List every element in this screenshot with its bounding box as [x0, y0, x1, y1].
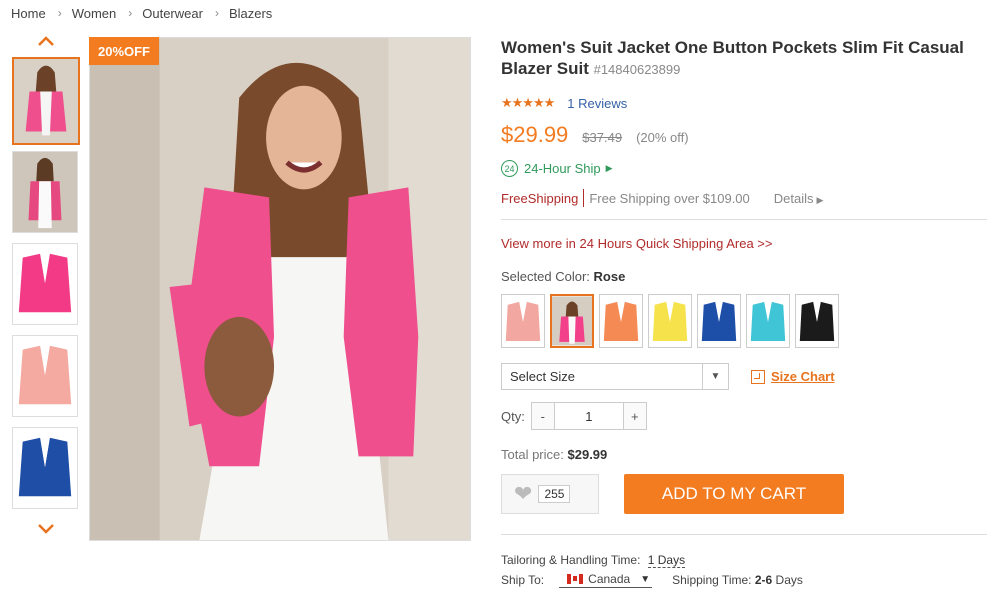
- total-price-value: $29.99: [567, 447, 608, 462]
- product-info: Women's Suit Jacket One Button Pockets S…: [501, 37, 987, 588]
- shipping-time-value: 2-6: [754, 573, 773, 587]
- caret-down-icon: ▼: [702, 364, 728, 389]
- breadcrumb-women[interactable]: Women: [72, 6, 117, 21]
- country-select[interactable]: Canada ▼: [559, 572, 653, 588]
- thumbnail-pink-flat[interactable]: [12, 335, 78, 417]
- reviews-link[interactable]: 1 Reviews: [567, 96, 627, 111]
- free-shipping-row: FreeShipping Free Shipping over $109.00 …: [501, 189, 823, 207]
- breadcrumb-home[interactable]: Home: [11, 6, 46, 21]
- wishlist-button[interactable]: ❤ 255: [501, 474, 599, 514]
- chevron-right-icon: ›: [214, 6, 219, 20]
- thumbnail-rose-lifestyle[interactable]: [12, 151, 78, 233]
- current-price: $29.99: [501, 122, 569, 147]
- canada-flag-icon: [567, 574, 584, 584]
- color-swatch-cyan[interactable]: [746, 294, 790, 348]
- tailoring-value[interactable]: 1 Days: [647, 553, 686, 568]
- wishlist-count: 255: [538, 485, 571, 503]
- caret-down-icon: ▼: [640, 573, 651, 585]
- 24-hour-clock-icon: 24: [501, 160, 518, 177]
- color-swatch-rose[interactable]: [550, 294, 594, 348]
- breadcrumb-outerwear[interactable]: Outerwear: [142, 6, 203, 21]
- ship-to-row: Ship To: Canada ▼ Shipping Time: 2-6 Day…: [501, 572, 803, 588]
- breadcrumb: Home › Women › Outerwear › Blazers: [11, 5, 272, 21]
- selected-color: Selected Color: Rose: [501, 269, 625, 284]
- color-swatch-orange[interactable]: [599, 294, 643, 348]
- discount-percent: (20% off): [636, 130, 689, 145]
- chevron-right-icon: ›: [57, 6, 62, 20]
- color-swatches: [501, 294, 844, 348]
- add-to-cart-button[interactable]: ADD TO MY CART: [624, 474, 844, 514]
- color-swatch-black[interactable]: [795, 294, 839, 348]
- total-price-label: Total price:: [501, 447, 564, 462]
- triangle-right-icon: ▶: [816, 194, 824, 205]
- size-select[interactable]: Select Size ▼: [501, 363, 729, 390]
- thumbnail-list: [12, 57, 82, 519]
- quantity-stepper: - 1 +: [530, 402, 647, 430]
- product-sku: #14840623899: [593, 62, 681, 77]
- tailoring-label: Tailoring & Handling Time:: [501, 553, 641, 567]
- color-swatch-blue[interactable]: [697, 294, 741, 348]
- thumbnail-down-arrow-icon[interactable]: [36, 522, 56, 536]
- discount-badge: 20%OFF: [89, 37, 159, 65]
- 24-hour-ship-label: 24-Hour Ship: [524, 161, 601, 176]
- divider: [501, 219, 987, 220]
- color-swatch-pink[interactable]: [501, 294, 545, 348]
- ship-to-label: Ship To:: [501, 573, 545, 587]
- main-product-image[interactable]: [89, 37, 471, 541]
- shipping-details-label: Details: [773, 190, 814, 206]
- heart-icon: ❤: [514, 481, 533, 506]
- tailoring-row: Tailoring & Handling Time: 1 Days: [501, 553, 686, 568]
- size-row: Select Size ▼ Size Chart: [501, 363, 835, 390]
- rating-row: ★★★★★ 1 Reviews: [501, 95, 627, 111]
- 24-hour-ship-link[interactable]: 24 24-Hour Ship ▶: [501, 160, 613, 177]
- thumbnail-rose-front[interactable]: [12, 57, 80, 145]
- total-price-row: Total price: $29.99: [501, 447, 607, 462]
- chevron-right-icon: ›: [128, 6, 133, 20]
- price-row: $29.99 $37.49 (20% off): [501, 122, 689, 148]
- selected-color-label: Selected Color:: [501, 269, 590, 284]
- star-rating-icon: ★★★★★: [501, 95, 555, 110]
- size-chart-label: Size Chart: [771, 369, 835, 384]
- shipping-details-link[interactable]: Details ▶: [774, 191, 824, 206]
- qty-plus-button[interactable]: +: [623, 403, 646, 429]
- quantity-row: Qty: - 1 +: [501, 402, 647, 430]
- triangle-right-icon: ▶: [605, 163, 613, 173]
- thumbnail-blue-flat[interactable]: [12, 427, 78, 509]
- product-title: Women's Suit Jacket One Button Pockets S…: [501, 37, 987, 80]
- thumbnail-up-arrow-icon[interactable]: [36, 34, 56, 48]
- divider: [583, 189, 585, 207]
- shipping-time-label: Shipping Time:: [672, 573, 752, 587]
- ruler-icon: [751, 369, 765, 384]
- thumbnail-rose-flat[interactable]: [12, 243, 78, 325]
- qty-input[interactable]: 1: [553, 403, 624, 429]
- qty-minus-button[interactable]: -: [531, 403, 554, 429]
- product-title-text: Women's Suit Jacket One Button Pockets S…: [501, 38, 964, 78]
- size-chart-link[interactable]: Size Chart: [751, 369, 835, 384]
- free-shipping-label: FreeShipping: [501, 190, 579, 206]
- view-more-quick-shipping-link[interactable]: View more in 24 Hours Quick Shipping Are…: [501, 236, 772, 251]
- original-price: $37.49: [582, 130, 623, 145]
- shipping-time: Shipping Time: 2-6 Days: [672, 573, 803, 587]
- breadcrumb-blazers[interactable]: Blazers: [229, 6, 272, 21]
- divider: [501, 534, 987, 535]
- qty-label: Qty:: [501, 408, 525, 424]
- free-shipping-text: Free Shipping over $109.00: [589, 190, 750, 206]
- size-select-value: Select Size: [510, 369, 576, 384]
- color-swatch-yellow[interactable]: [648, 294, 692, 348]
- selected-color-value: Rose: [593, 269, 626, 284]
- shipping-time-unit: Days: [775, 573, 803, 587]
- country-value: Canada: [588, 572, 631, 586]
